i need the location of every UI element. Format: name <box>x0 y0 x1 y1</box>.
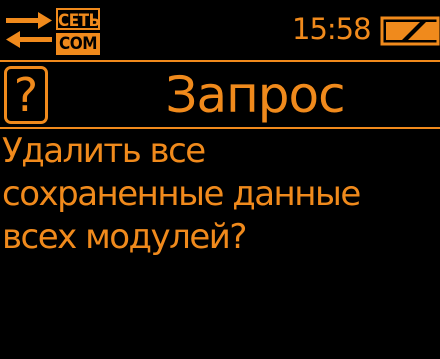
dialog-title: Запрос <box>165 66 345 124</box>
question-icon: ? <box>4 66 48 124</box>
status-divider <box>0 60 440 62</box>
dialog-message: Удалить все сохраненные данные всех моду… <box>2 130 438 259</box>
com-port-label: COM <box>56 33 100 55</box>
dialog-header: ? Запрос <box>0 64 440 126</box>
transfer-arrows-icon <box>6 12 52 48</box>
header-divider <box>0 127 440 129</box>
message-line: сохраненные данные <box>2 174 361 214</box>
status-bar: СЕТЬ COM 15:58 <box>0 0 440 60</box>
question-glyph: ? <box>13 68 39 122</box>
device-screen: СЕТЬ COM 15:58 ? Запрос Удалить все сохр… <box>0 0 440 359</box>
connection-labels: СЕТЬ COM <box>56 6 102 56</box>
clock: 15:58 <box>292 12 372 46</box>
battery-icon <box>380 16 440 46</box>
message-line: всех модулей? <box>2 217 247 257</box>
network-label: СЕТЬ <box>56 8 100 31</box>
message-line: Удалить все <box>2 131 206 171</box>
